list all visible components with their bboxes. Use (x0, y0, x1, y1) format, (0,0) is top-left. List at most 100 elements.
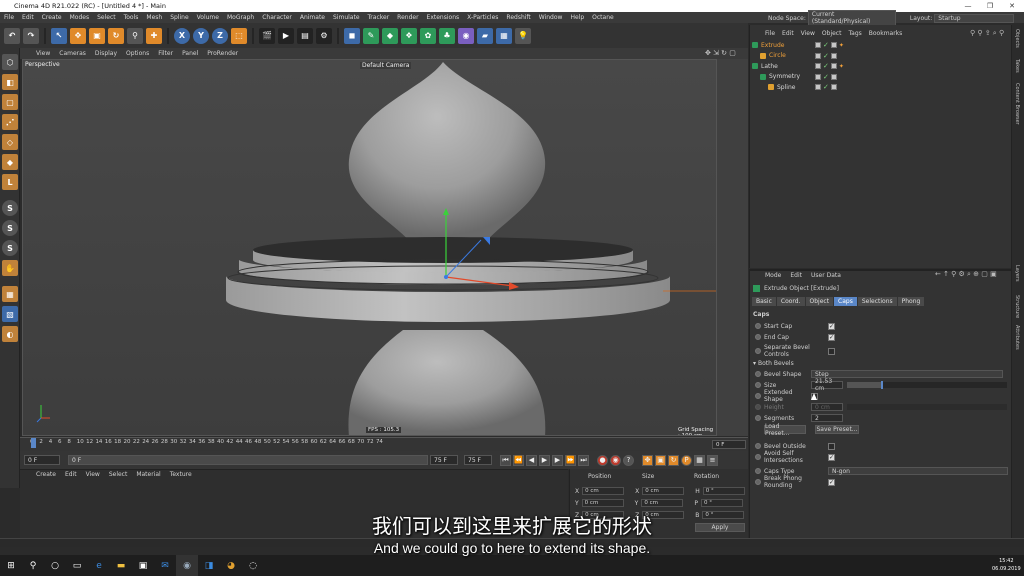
material-menu-texture[interactable]: Texture (170, 471, 192, 481)
object-menu-bookmarks[interactable]: Bookmarks (869, 30, 903, 37)
attribute-nav-icons[interactable]: ← ↑ ⚲ ⚙ ⌕ ⊕ ▢ ▣ (935, 270, 997, 279)
goto-end-icon[interactable]: ⏭ (578, 454, 589, 466)
key-position-icon[interactable]: ✥ (642, 454, 653, 466)
side-tab-layers[interactable]: Layers (1014, 265, 1020, 282)
side-tab-structure[interactable]: Structure (1014, 295, 1020, 318)
viewport-menu-display[interactable]: Display (95, 50, 117, 57)
floor-icon[interactable]: ▦ (496, 27, 512, 44)
end-frame-field[interactable]: 75 F (464, 455, 492, 465)
material-menu-select[interactable]: Select (109, 471, 128, 481)
object-menu-object[interactable]: Object (822, 30, 842, 37)
rot-h-field[interactable]: 0 ° (702, 487, 745, 495)
menu-tracker[interactable]: Tracker (368, 14, 390, 21)
x-axis-lock-icon[interactable]: X (174, 27, 190, 44)
subdivision-surface-icon[interactable]: ◆ (382, 27, 398, 44)
attr-menu-userdata[interactable]: User Data (811, 272, 841, 279)
object-menu-view[interactable]: View (801, 30, 815, 37)
visibility-toggle[interactable] (815, 73, 821, 80)
height-field[interactable]: 0 cm (811, 403, 843, 411)
node-space-dropdown[interactable]: Current (Standard/Physical) (807, 10, 896, 26)
menu-mesh[interactable]: Mesh (146, 14, 162, 21)
render-picture-viewer-icon[interactable]: ▶ (278, 27, 294, 44)
material-menu-material[interactable]: Material (136, 471, 160, 481)
undo-icon[interactable]: ↶ (4, 27, 20, 44)
snap-icon[interactable]: S (2, 200, 18, 216)
viewport-menu-filter[interactable]: Filter (158, 50, 173, 57)
pen-spline-icon[interactable]: ✎ (363, 27, 379, 44)
object-row-spline[interactable]: Spline ✓ (752, 82, 1011, 92)
camera-icon[interactable]: ▰ (477, 27, 493, 44)
pos-y-field[interactable]: 0 cm (581, 499, 624, 507)
menu-mograph[interactable]: MoGraph (227, 14, 254, 21)
attr-tab-caps[interactable]: Caps (834, 297, 857, 306)
next-key-icon[interactable]: ⏩ (565, 454, 576, 466)
attr-menu-edit[interactable]: Edit (790, 272, 802, 279)
visibility-toggle[interactable] (815, 42, 821, 48)
caps-type-dropdown[interactable]: N-gon (828, 467, 1008, 475)
side-tab-attributes[interactable]: Attributes (1014, 325, 1020, 350)
viewport-nav-icons[interactable]: ✥ ⇲ ↻ ▢ (705, 49, 736, 57)
height-slider[interactable] (847, 404, 1007, 410)
bevel-shape-dropdown[interactable]: Step (811, 370, 1003, 378)
cortana-icon[interactable]: ○ (44, 555, 66, 576)
attr-menu-mode[interactable]: Mode (765, 272, 781, 279)
menu-edit[interactable]: Edit (22, 14, 34, 21)
menu-octane[interactable]: Octane (592, 14, 614, 21)
texture-mode-icon[interactable]: ◧ (2, 74, 18, 90)
start-frame-field[interactable]: 0 F (24, 455, 60, 465)
enabled-check-icon[interactable]: ✓ (823, 41, 829, 49)
mail-icon[interactable]: ✉ (154, 555, 176, 576)
outlook-icon[interactable]: ◨ (198, 555, 220, 576)
object-menu-tags[interactable]: Tags (848, 30, 861, 37)
axis-mode-icon[interactable]: L (2, 174, 18, 190)
system-clock[interactable]: 15:42 06.09.2019 (992, 557, 1021, 573)
start-cap-checkbox[interactable]: ✓ (828, 322, 835, 330)
visibility-toggle[interactable] (815, 52, 821, 59)
cinema4d-icon[interactable]: ◉ (176, 555, 198, 576)
restore-button[interactable]: ❐ (979, 0, 1001, 12)
render-toggle[interactable] (830, 42, 837, 48)
enabled-check-icon[interactable]: ✓ (823, 52, 829, 60)
menu-file[interactable]: File (4, 14, 14, 21)
viewport-camera-label[interactable]: Default Camera (360, 62, 412, 69)
menu-redshift[interactable]: Redshift (506, 14, 530, 21)
menu-render[interactable]: Render (397, 14, 418, 21)
key-parameter-icon[interactable]: P (681, 454, 692, 466)
enabled-check-icon[interactable]: ✓ (823, 73, 829, 81)
light-icon[interactable]: 💡 (515, 27, 531, 44)
mograph-icon[interactable]: ♣ (439, 27, 455, 44)
timeline-playhead[interactable] (31, 438, 36, 448)
menu-simulate[interactable]: Simulate (333, 14, 360, 21)
size-y-field[interactable]: 0 cm (641, 499, 684, 507)
prev-frame-icon[interactable]: ◀ (526, 454, 537, 466)
pos-x-field[interactable]: 0 cm (582, 487, 625, 495)
solo-icon[interactable]: ◐ (2, 326, 18, 342)
render-view-icon[interactable]: 🎬 (259, 27, 275, 44)
segments-field[interactable]: 2 (811, 414, 843, 422)
side-tab-takes[interactable]: Takes (1014, 59, 1020, 73)
render-toggle[interactable] (830, 63, 837, 70)
snap-settings-icon[interactable]: S (2, 220, 18, 236)
z-axis-lock-icon[interactable]: Z (212, 27, 228, 44)
object-row-symmetry[interactable]: Symmetry ✓ (752, 72, 1011, 82)
attr-tab-phong[interactable]: Phong (897, 297, 925, 306)
file-explorer-icon[interactable]: ▬ (110, 555, 132, 576)
menu-spline[interactable]: Spline (170, 14, 188, 21)
bevel-outside-checkbox[interactable] (828, 442, 835, 450)
separate-bevel-checkbox[interactable] (828, 347, 835, 355)
object-menu-edit[interactable]: Edit (782, 30, 794, 37)
frame-range-slider[interactable]: 0 F (68, 455, 428, 465)
menu-volume[interactable]: Volume (197, 14, 219, 21)
render-toggle[interactable] (830, 84, 837, 91)
next-frame-icon[interactable]: ▶ (552, 454, 563, 466)
menu-modes[interactable]: Modes (70, 14, 89, 21)
material-menu-create[interactable]: Create (36, 471, 56, 481)
paint-icon[interactable]: ✋ (2, 260, 18, 276)
menu-animate[interactable]: Animate (300, 14, 325, 21)
object-row-lathe[interactable]: Lathe ✓ ✦ (752, 61, 1011, 71)
side-tab-objects[interactable]: Objects (1014, 29, 1020, 48)
coordinate-system-icon[interactable]: ⬚ (231, 27, 247, 44)
viewport-menu-prorender[interactable]: ProRender (207, 50, 238, 57)
node-space-selector[interactable]: Node Space: Current (Standard/Physical) … (768, 10, 1015, 26)
menu-character[interactable]: Character (262, 14, 292, 21)
